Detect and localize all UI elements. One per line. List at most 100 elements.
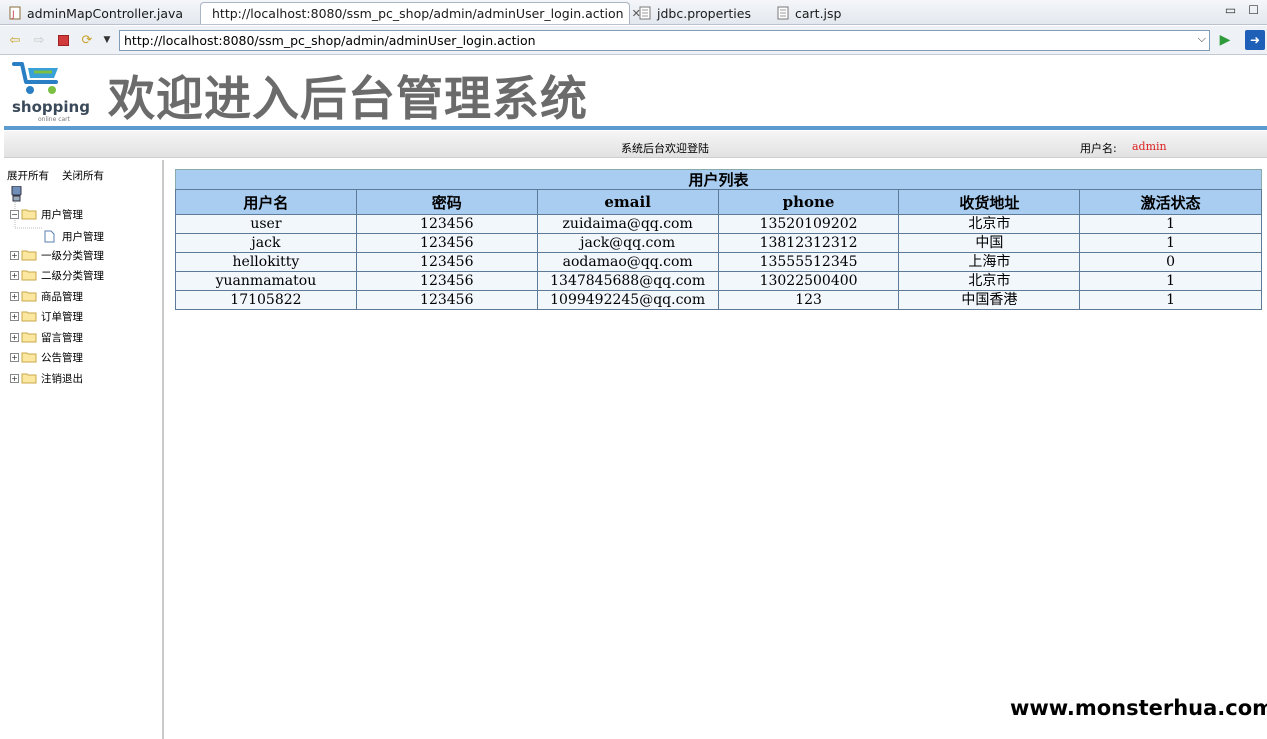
sidebar-item-label: 留言管理: [41, 331, 83, 344]
folder-icon: [21, 332, 37, 343]
tab-cart-jsp[interactable]: cart.jsp: [770, 2, 890, 24]
tab-label: http://localhost:8080/ssm_pc_shop/admin/…: [212, 6, 624, 21]
sidebar-item-announcements[interactable]: + 公告管理: [10, 349, 83, 365]
expand-icon[interactable]: +: [10, 250, 19, 260]
sidebar-item-products[interactable]: + 商品管理: [10, 288, 83, 304]
user-table: 用户列表 用户名 密码 email phone 收货地址 激活状态 user 1…: [175, 169, 1262, 310]
column-header: 密码: [355, 189, 538, 215]
tab-browser-admin-login[interactable]: http://localhost:8080/ssm_pc_shop/admin/…: [200, 2, 641, 24]
sidebar-item-orders[interactable]: + 订单管理: [10, 308, 83, 324]
table-cell: 1: [1079, 290, 1262, 310]
chevron-down-icon[interactable]: ▼: [99, 32, 115, 48]
sidebar-item-logout[interactable]: + 注销退出: [10, 370, 83, 386]
sidebar-item-label: 注销退出: [41, 372, 83, 385]
table-cell: 123456: [355, 290, 538, 310]
folder-icon: [21, 373, 37, 384]
collapse-all-link[interactable]: 关闭所有: [62, 168, 104, 183]
svg-text:J: J: [11, 10, 15, 20]
table-row: 17105822 123456 1099492245@qq.com 123 中国…: [175, 290, 1262, 310]
sidebar-tree: 展开所有 关闭所有 − 用户管理 用户管理 + 一级分类管理 + 二级分类管理 …: [4, 160, 164, 739]
table-cell: 13022500400: [717, 271, 900, 291]
open-external-icon[interactable]: ➜: [1245, 30, 1265, 50]
expand-icon[interactable]: +: [10, 332, 19, 342]
back-arrow-icon[interactable]: ⇦: [7, 32, 23, 48]
table-cell: 123456: [355, 214, 538, 234]
expand-icon[interactable]: +: [10, 352, 19, 362]
table-row: user 123456 zuidaima@qq.com 13520109202 …: [175, 214, 1262, 234]
table-cell: 上海市: [898, 252, 1081, 272]
expand-icon[interactable]: +: [10, 373, 19, 383]
table-header-row: 用户名 密码 email phone 收货地址 激活状态: [175, 189, 1262, 215]
sidebar-item-label: 用户管理: [62, 230, 104, 243]
url-dropdown-icon[interactable]: ⌵: [1198, 32, 1206, 46]
table-cell: 北京市: [898, 214, 1081, 234]
welcome-text: 系统后台欢迎登陆: [621, 142, 709, 155]
expand-icon[interactable]: +: [10, 291, 19, 301]
table-cell: 123456: [355, 271, 538, 291]
sidebar-item-label: 一级分类管理: [41, 249, 104, 262]
table-cell: 中国: [898, 233, 1081, 253]
page-header: shopping online cart 欢迎进入后台管理系统: [0, 56, 1267, 128]
tab-label: cart.jsp: [795, 5, 842, 21]
sidebar-subitem-user-management[interactable]: 用户管理: [44, 228, 104, 244]
table-row: hellokitty 123456 aodamao@qq.com 1355551…: [175, 252, 1262, 272]
logo-text: shopping: [12, 98, 90, 116]
stop-icon[interactable]: [55, 32, 71, 48]
table-cell: 1: [1079, 214, 1262, 234]
folder-icon: [21, 291, 37, 302]
url-text: http://localhost:8080/ssm_pc_shop/admin/…: [124, 33, 536, 48]
table-cell: 123456: [355, 252, 538, 272]
tree-controls: 展开所有 关闭所有: [7, 168, 104, 183]
table-cell: aodamao@qq.com: [536, 252, 719, 272]
table-cell: 0: [1079, 252, 1262, 272]
minimize-icon[interactable]: ▭: [1225, 3, 1236, 17]
expand-icon[interactable]: +: [10, 311, 19, 321]
tab-admin-map-controller[interactable]: J adminMapController.java: [2, 2, 198, 24]
window-controls: ▭ ☐: [1225, 3, 1259, 17]
table-cell: 北京市: [898, 271, 1081, 291]
table-cell: 1: [1079, 233, 1262, 253]
table-cell: 13812312312: [717, 233, 900, 253]
folder-icon: [21, 352, 37, 363]
column-header: 激活状态: [1079, 189, 1262, 215]
sidebar-item-category-level1[interactable]: + 一级分类管理: [10, 247, 104, 263]
sidebar-item-label: 商品管理: [41, 290, 83, 303]
table-cell: yuanmamatou: [175, 271, 357, 291]
sidebar-item-user-management[interactable]: − 用户管理: [10, 206, 83, 222]
sidebar-item-messages[interactable]: + 留言管理: [10, 329, 83, 345]
logo-subtext: online cart: [38, 116, 71, 123]
go-icon[interactable]: ▶: [1217, 32, 1233, 48]
table-cell: 123456: [355, 233, 538, 253]
folder-open-icon: [21, 209, 37, 220]
browser-toolbar: ⇦ ⇨ ⟳ ▼ http://localhost:8080/ssm_pc_sho…: [0, 26, 1267, 55]
table-cell: 中国香港: [898, 290, 1081, 310]
table-cell: jack@qq.com: [536, 233, 719, 253]
table-cell: 13520109202: [717, 214, 900, 234]
page-title: 欢迎进入后台管理系统: [108, 72, 588, 127]
url-input[interactable]: http://localhost:8080/ssm_pc_shop/admin/…: [119, 30, 1210, 51]
collapse-icon[interactable]: −: [10, 209, 19, 219]
forward-arrow-icon[interactable]: ⇨: [31, 32, 47, 48]
editor-tab-bar: J adminMapController.java http://localho…: [0, 0, 1267, 25]
shopping-cart-icon: [12, 62, 58, 94]
user-label: 用户名:: [1080, 142, 1117, 155]
column-header: 用户名: [175, 189, 357, 215]
expand-icon[interactable]: +: [10, 270, 19, 280]
tab-jdbc-properties[interactable]: jdbc.properties: [632, 2, 768, 24]
tab-label: jdbc.properties: [657, 5, 751, 21]
table-cell: 17105822: [175, 290, 357, 310]
expand-all-link[interactable]: 展开所有: [7, 168, 49, 183]
column-header: 收货地址: [898, 189, 1081, 215]
welcome-bar: 系统后台欢迎登陆 用户名: admin: [4, 131, 1267, 158]
sidebar-item-category-level2[interactable]: + 二级分类管理: [10, 267, 104, 283]
table-cell: 1099492245@qq.com: [536, 290, 719, 310]
properties-file-icon: [639, 6, 651, 20]
refresh-icon[interactable]: ⟳: [79, 32, 95, 48]
folder-icon: [21, 250, 37, 261]
table-cell: 123: [717, 290, 900, 310]
document-icon: [44, 230, 55, 242]
sidebar-item-label: 公告管理: [41, 351, 83, 364]
table-row: yuanmamatou 123456 1347845688@qq.com 130…: [175, 271, 1262, 291]
table-cell: zuidaima@qq.com: [536, 214, 719, 234]
maximize-icon[interactable]: ☐: [1248, 3, 1259, 17]
